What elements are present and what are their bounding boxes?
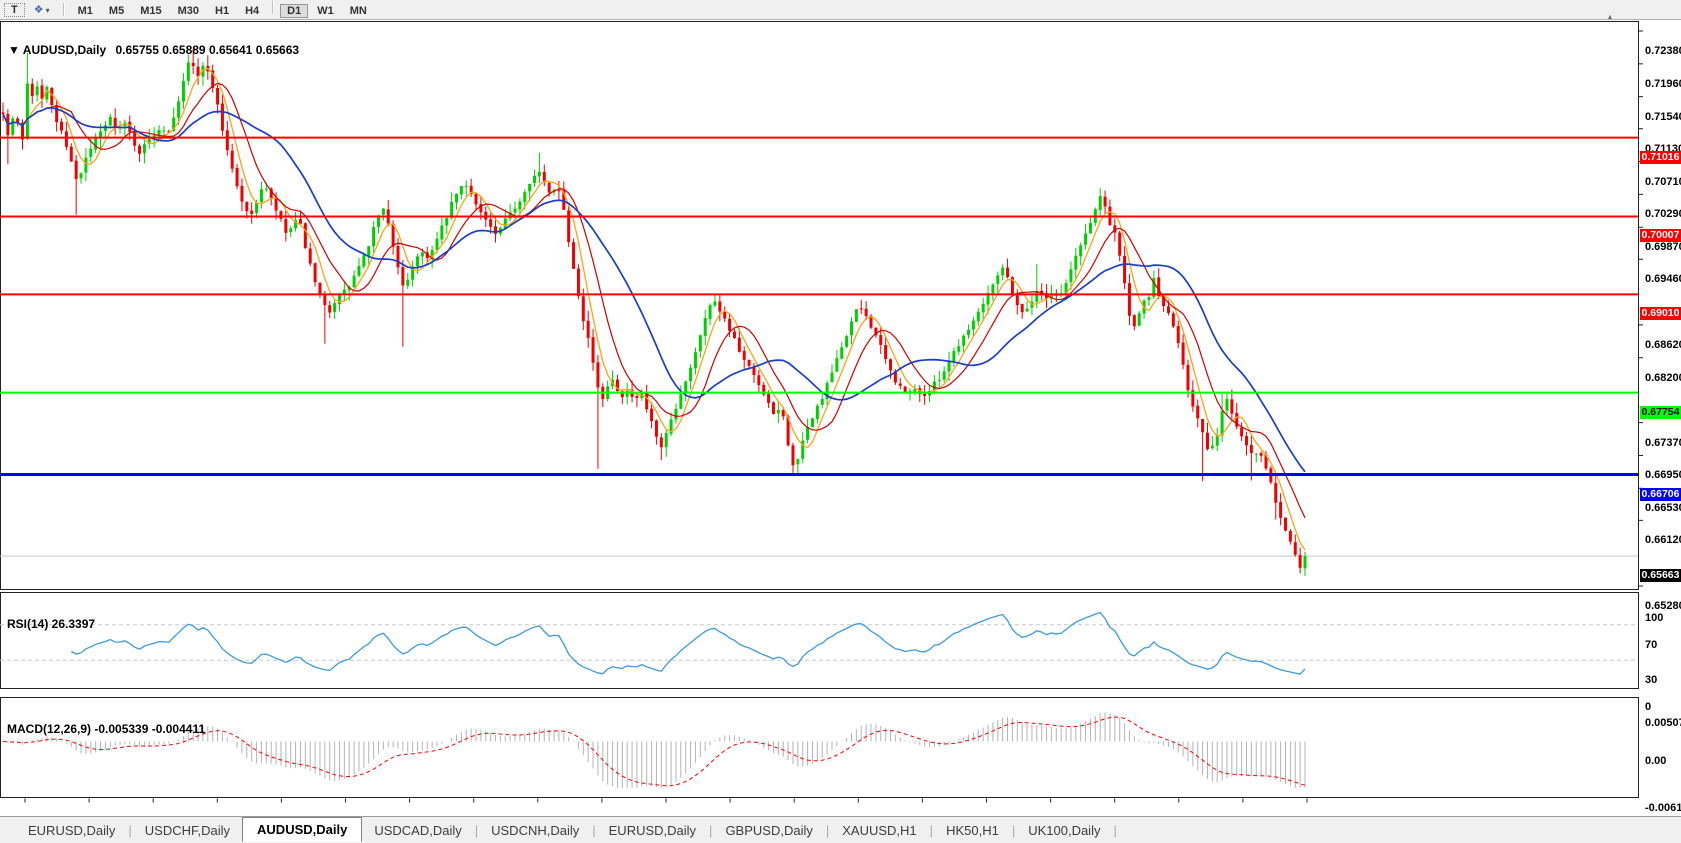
current-price-tag: 0.65663 [1640,569,1681,582]
price-axis-label: 0.67370 [1645,437,1681,449]
tab-separator: | [1112,823,1117,838]
timeframe-button-d1[interactable]: D1 [280,4,308,18]
chart-tab-usdcnh-daily[interactable]: USDCNH,Daily [479,820,591,841]
collapse-chart-icon[interactable]: ▼ [8,43,20,57]
symbols-cycle-button[interactable]: ❖▾ [27,2,57,17]
price-axis-label: 0.65280 [1645,600,1681,612]
high-value: 0.65889 [162,43,205,57]
rsi-indicator-label: RSI(14) 26.3397 [7,617,95,631]
macd-axis-label: 0.00 [1645,755,1666,767]
text-tool-button[interactable]: T [4,3,25,17]
level-price-tag: 0.67754 [1640,406,1681,419]
price-axis-label: 0.71540 [1645,111,1681,123]
timeframe-button-m1[interactable]: M1 [71,4,100,18]
chart-panel[interactable]: ▼ AUDUSD,Daily 0.65755 0.65889 0.65641 0… [0,20,1681,816]
open-value: 0.65755 [115,43,158,57]
chart-tab-usdchf-daily[interactable]: USDCHF,Daily [133,820,242,841]
level-price-tag: 0.66706 [1640,488,1681,501]
price-axis-label: 0.66950 [1645,469,1681,481]
timeframe-button-m5[interactable]: M5 [102,4,131,18]
price-axis-label: 0.70290 [1645,208,1681,220]
timeframe-button-h4[interactable]: H4 [238,4,266,18]
chart-tab-bar: EURUSD,Daily|USDCHF,DailyAUDUSD,DailyUSD… [0,816,1681,843]
chart-tab-uk100-daily[interactable]: UK100,Daily [1016,820,1112,841]
terminal-window: T ❖▾ M1M5M15M30H1H4D1W1MN ▴ ▼ AUDUSD,Dai… [0,0,1681,843]
price-axis-label: 0.69870 [1645,241,1681,253]
price-axis-label: 0.71960 [1645,78,1681,90]
rsi-axis-label: 100 [1645,612,1663,624]
chart-tab-audusd-daily[interactable]: AUDUSD,Daily [242,817,362,842]
timeframe-button-w1[interactable]: W1 [310,4,341,18]
price-chart-svg[interactable] [0,20,1681,816]
moving-averages-layer [3,68,1305,550]
level-price-tag: 0.70007 [1640,229,1681,242]
toolbar-separator [272,1,274,14]
rsi-layer [0,613,1638,675]
rsi-axis-label: 0 [1645,701,1651,713]
macd-indicator-label: MACD(12,26,9) -0.005339 -0.004411 [7,722,205,736]
chart-tab-eurusd-daily[interactable]: EURUSD,Daily [16,820,127,841]
chart-ohlc-readout[interactable]: ▼ AUDUSD,Daily 0.65755 0.65889 0.65641 0… [8,43,299,57]
timeframe-toolbar: T ❖▾ M1M5M15M30H1H4D1W1MN ▴ [0,0,1681,20]
timeframe-button-m15[interactable]: M15 [133,4,168,18]
timeframe-button-mn[interactable]: MN [343,4,374,18]
level-price-tag: 0.69010 [1640,307,1681,320]
rsi-axis-label: 30 [1645,674,1657,686]
axis-ticks [25,31,1643,803]
chart-tab-usdcad-daily[interactable]: USDCAD,Daily [362,820,473,841]
timeframe-button-m30[interactable]: M30 [171,4,206,18]
toolbar-separator [63,3,65,16]
rsi-axis-label: 70 [1645,639,1657,651]
price-axis-label: 0.68200 [1645,372,1681,384]
chart-tab-xauusd-h1[interactable]: XAUUSD,H1 [830,820,928,841]
candles-layer [2,49,1307,576]
symbols-cycle-icon: ❖ [34,4,44,16]
price-axis-label: 0.68620 [1645,339,1681,351]
chevron-down-icon: ▾ [46,6,50,15]
macd-axis-label: 0.005076 [1645,717,1681,729]
low-value: 0.65641 [209,43,252,57]
timeframe-button-h1[interactable]: H1 [208,4,236,18]
chart-tab-eurusd-daily[interactable]: EURUSD,Daily [597,820,708,841]
level-lines-layer [0,138,1638,475]
price-axis-label: 0.66530 [1645,502,1681,514]
macd-axis-label: -0.006148 [1645,802,1681,814]
close-value: 0.65663 [256,43,299,57]
chart-tab-gbpusd-daily[interactable]: GBPUSD,Daily [713,820,824,841]
price-axis-label: 0.70710 [1645,176,1681,188]
price-axis-label: 0.69460 [1645,273,1681,285]
chart-symbol-label: AUDUSD,Daily [23,43,106,57]
chart-tab-hk50-h1[interactable]: HK50,H1 [934,820,1011,841]
timeframe-buttons: M1M5M15M30H1H4 D1W1MN [70,1,375,18]
price-axis-label: 0.72380 [1645,45,1681,57]
level-price-tag: 0.71016 [1640,151,1681,164]
price-axis-label: 0.66120 [1645,534,1681,546]
